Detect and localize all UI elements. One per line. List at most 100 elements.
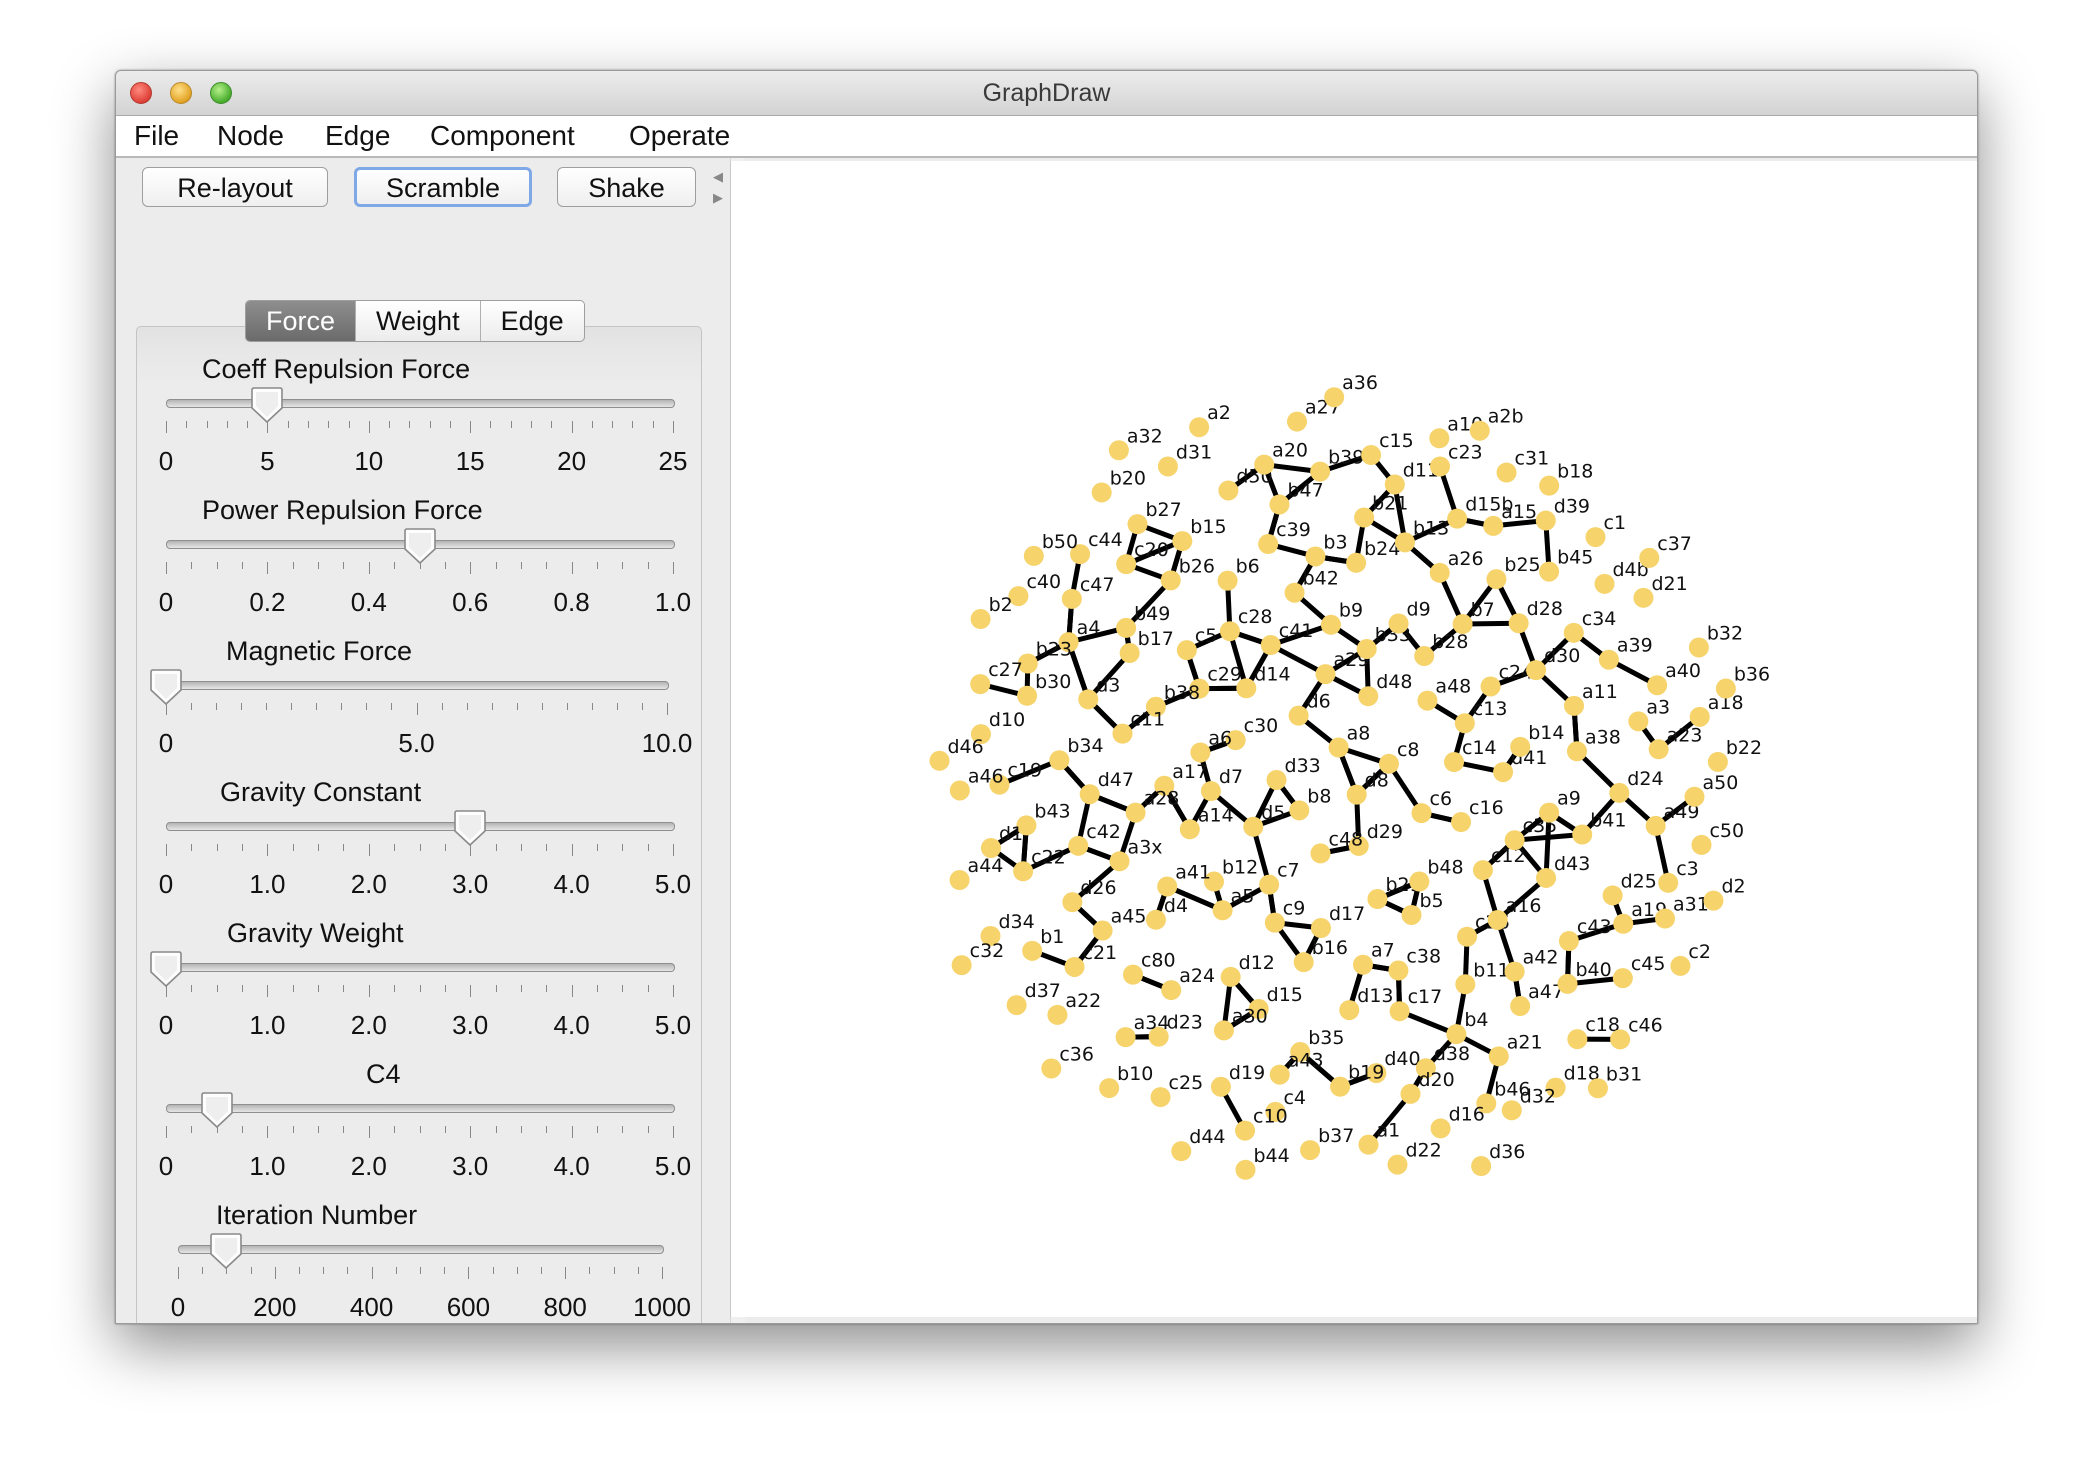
graph-node[interactable] — [1346, 784, 1367, 805]
slider-track[interactable] — [178, 1245, 664, 1254]
graph-node[interactable] — [1310, 843, 1331, 864]
graph-node[interactable] — [1324, 387, 1345, 408]
menu-component[interactable]: Component — [430, 120, 575, 152]
graph-node[interactable] — [1429, 428, 1450, 449]
graph-node[interactable] — [1639, 547, 1660, 568]
tab-weight[interactable]: Weight — [356, 301, 481, 341]
slider-thumb[interactable] — [149, 950, 183, 988]
graph-node[interactable] — [1455, 974, 1476, 995]
graph-node[interactable] — [1157, 876, 1178, 897]
slider-thumb[interactable] — [250, 386, 284, 424]
graph-node[interactable] — [1217, 570, 1238, 591]
graph-node[interactable] — [1501, 1100, 1522, 1121]
graph-node[interactable] — [1471, 1156, 1492, 1177]
graph-node[interactable] — [1218, 480, 1239, 501]
graph-canvas[interactable]: d8 b8 a8 d29 d33 c8 c48 d6 c6 d5 d48 b29 c30 c14 c7 a29… — [730, 161, 1977, 1317]
graph-node[interactable] — [1539, 802, 1560, 823]
menu-edge[interactable]: Edge — [325, 120, 390, 152]
graph-node[interactable] — [1658, 872, 1679, 893]
slider-track[interactable] — [166, 963, 675, 972]
graph-node[interactable] — [1628, 711, 1649, 732]
slider-track[interactable] — [166, 1104, 675, 1113]
graph-node[interactable] — [1330, 1076, 1351, 1097]
graph-node[interactable] — [1451, 812, 1472, 833]
graph-node[interactable] — [1493, 762, 1514, 783]
graph-node[interactable] — [1119, 643, 1140, 664]
graph-node[interactable] — [1254, 454, 1275, 475]
shake-button[interactable]: Shake — [557, 167, 696, 207]
graph-node[interactable] — [1609, 782, 1630, 803]
graph-node[interactable] — [1127, 514, 1148, 535]
graph-node[interactable] — [1116, 554, 1137, 575]
slider-track[interactable] — [166, 681, 669, 690]
slider-thumb[interactable] — [453, 809, 487, 847]
graph-node[interactable] — [1022, 940, 1043, 961]
graph-node[interactable] — [1300, 1140, 1321, 1161]
menu-operate[interactable]: Operate — [629, 120, 730, 152]
split-arrows-icon[interactable]: ◀ ▶ — [713, 166, 723, 208]
graph-node[interactable] — [1259, 874, 1280, 895]
graph-node[interactable] — [1346, 552, 1367, 573]
graph-node[interactable] — [1567, 1029, 1588, 1050]
graph-node[interactable] — [1572, 824, 1593, 845]
graph-node[interactable] — [1387, 1154, 1408, 1175]
graph-node[interactable] — [1269, 1064, 1290, 1085]
graph-node[interactable] — [1488, 1046, 1509, 1067]
graph-node[interactable] — [1594, 573, 1615, 594]
graph-node[interactable] — [1078, 689, 1099, 710]
graph-node[interactable] — [1288, 705, 1309, 726]
graph-node[interactable] — [1172, 531, 1193, 552]
graph-node[interactable] — [1610, 1029, 1631, 1050]
graph-node[interactable] — [1454, 713, 1475, 734]
graph-node[interactable] — [1006, 995, 1027, 1016]
graph-node[interactable] — [1496, 462, 1517, 483]
graph-node[interactable] — [970, 609, 991, 630]
graph-node[interactable] — [1064, 956, 1085, 977]
graph-node[interactable] — [1483, 515, 1504, 536]
graph-node[interactable] — [1557, 973, 1578, 994]
tab-edge[interactable]: Edge — [481, 301, 584, 341]
graph-node[interactable] — [1504, 830, 1525, 851]
graph-node[interactable] — [1235, 1120, 1256, 1141]
graph-node[interactable] — [1647, 675, 1668, 696]
graph-node[interactable] — [1092, 920, 1113, 941]
graph-node[interactable] — [1558, 931, 1579, 952]
graph-node[interactable] — [1243, 816, 1264, 837]
graph-node[interactable] — [1486, 569, 1507, 590]
graph-node[interactable] — [1602, 885, 1623, 906]
graph-node[interactable] — [1510, 736, 1531, 757]
graph-node[interactable] — [1310, 461, 1331, 482]
graph-node[interactable] — [1633, 587, 1654, 608]
graph-node[interactable] — [1287, 411, 1308, 432]
graph-node[interactable] — [1539, 475, 1560, 496]
graph-node[interactable] — [1400, 1083, 1421, 1104]
graph-node[interactable] — [1613, 913, 1634, 934]
graph-node[interactable] — [1041, 1058, 1062, 1079]
graph-node[interactable] — [1510, 996, 1531, 1017]
graph-node[interactable] — [1109, 851, 1130, 872]
graph-node[interactable] — [1566, 741, 1587, 762]
graph-node[interactable] — [1480, 676, 1501, 697]
graph-node[interactable] — [1210, 1076, 1231, 1097]
graph-node[interactable] — [1219, 621, 1240, 642]
graph-node[interactable] — [1013, 861, 1034, 882]
graph-node[interactable] — [1115, 1027, 1136, 1048]
graph-node[interactable] — [1401, 904, 1422, 925]
graph-node[interactable] — [951, 955, 972, 976]
graph-node[interactable] — [1047, 1004, 1068, 1025]
graph-node[interactable] — [1655, 908, 1676, 929]
graph-node[interactable] — [1691, 834, 1712, 855]
graph-node[interactable] — [1429, 562, 1450, 583]
graph-node[interactable] — [1684, 786, 1705, 807]
graph-node[interactable] — [970, 674, 991, 695]
graph-node[interactable] — [1598, 649, 1619, 670]
graph-node[interactable] — [1707, 751, 1728, 772]
graph-node[interactable] — [1457, 926, 1478, 947]
slider-thumb[interactable] — [209, 1232, 243, 1270]
graph-node[interactable] — [1536, 867, 1557, 888]
graph-node[interactable] — [1539, 561, 1560, 582]
graph-node[interactable] — [1563, 622, 1584, 643]
graph-node[interactable] — [1352, 954, 1373, 975]
menu-file[interactable]: File — [134, 120, 179, 152]
graph-node[interactable] — [1670, 955, 1691, 976]
